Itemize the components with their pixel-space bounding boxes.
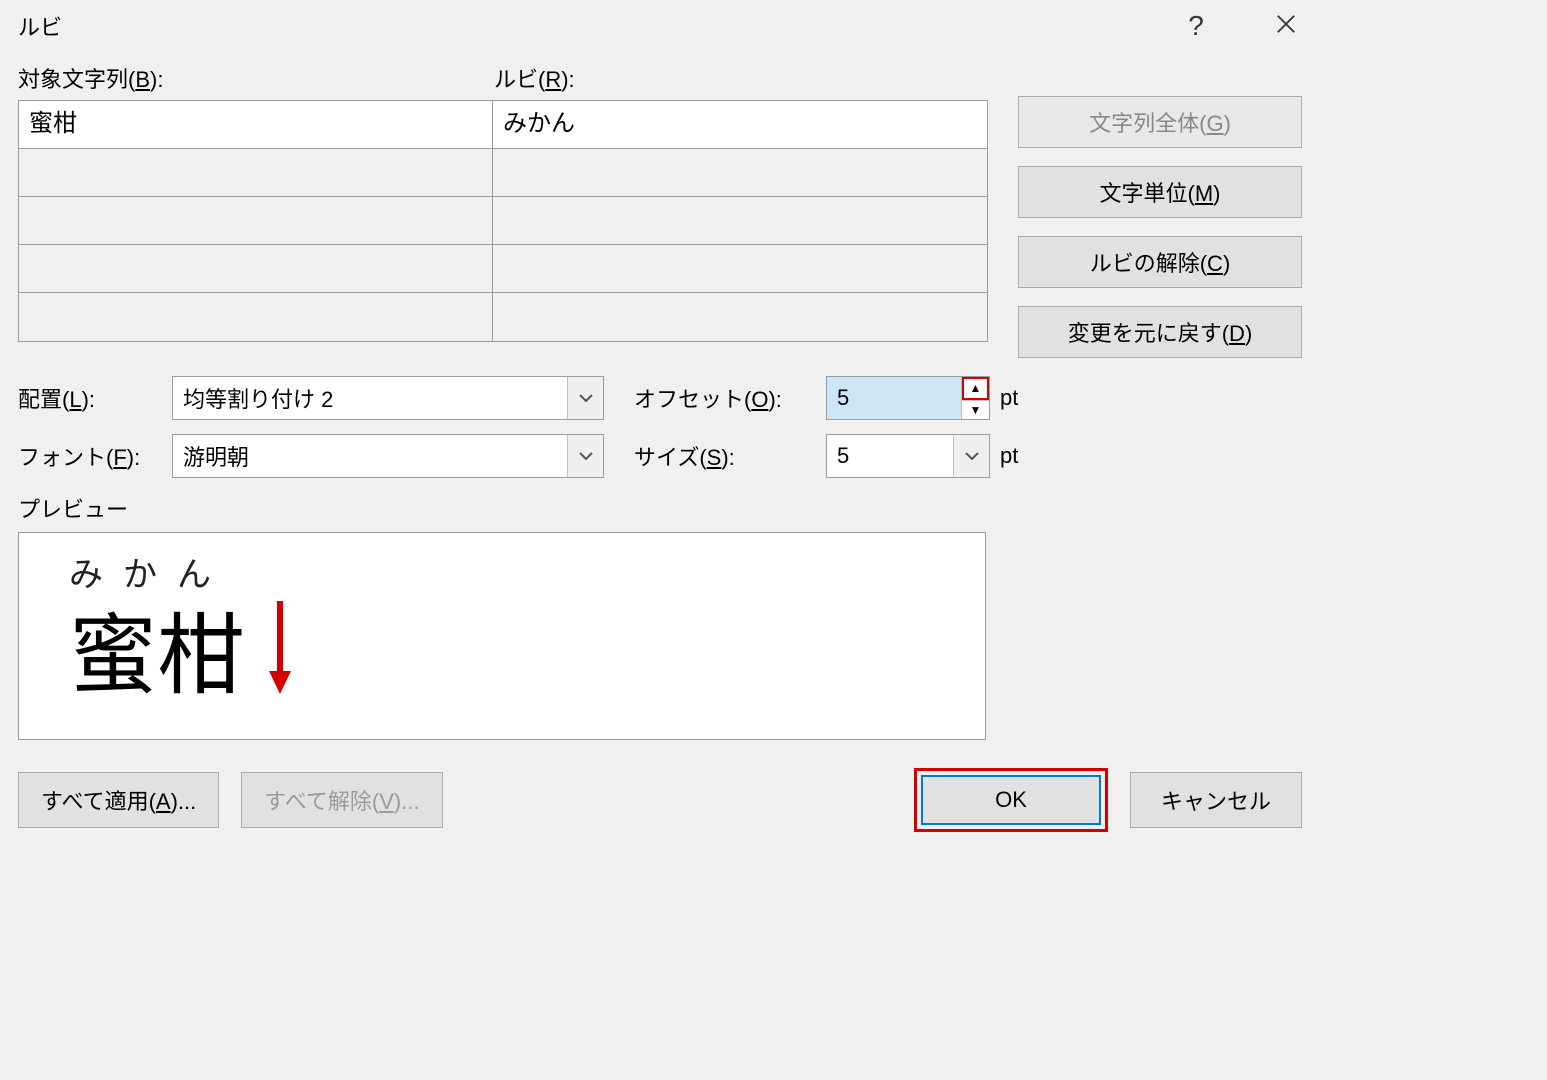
chevron-down-icon[interactable] [953, 435, 989, 477]
form-rows: 配置(L): 均等割り付け 2 オフセット(O): 5 ▲ ▼ pt フォント(… [18, 376, 1302, 478]
table-row [19, 197, 987, 245]
base-cell[interactable] [19, 149, 493, 197]
preview-ruby-text: みかん [69, 547, 935, 596]
offset-unit: pt [1000, 385, 1018, 411]
ruby-cell[interactable] [493, 293, 987, 341]
align-label: 配置(L): [18, 382, 172, 414]
size-unit: pt [1000, 443, 1018, 469]
table-row [19, 149, 987, 197]
ruby-cell[interactable]: みかん [493, 101, 987, 149]
top-area: 対象文字列(B): ルビ(R): 蜜柑 みかん [18, 62, 1302, 358]
help-icon[interactable]: ? [1176, 12, 1216, 40]
size-value: 5 [827, 443, 953, 469]
offset-label: オフセット(O): [634, 382, 826, 414]
font-value: 游明朝 [173, 440, 567, 472]
ruby-header: ルビ(R): [494, 62, 575, 94]
ruby-table-area: 対象文字列(B): ルビ(R): 蜜柑 みかん [18, 62, 988, 358]
font-combo[interactable]: 游明朝 [172, 434, 604, 478]
form-row-font-size: フォント(F): 游明朝 サイズ(S): 5 pt [18, 434, 1302, 478]
remove-ruby-button[interactable]: ルビの解除(C) [1018, 236, 1302, 288]
offset-value[interactable]: 5 [827, 377, 961, 419]
table-row [19, 245, 987, 293]
table-row: 蜜柑 みかん [19, 101, 987, 149]
char-unit-button[interactable]: 文字単位(M) [1018, 166, 1302, 218]
ruby-cell[interactable] [493, 149, 987, 197]
form-row-align-offset: 配置(L): 均等割り付け 2 オフセット(O): 5 ▲ ▼ pt [18, 376, 1302, 420]
preview-box: みかん 蜜柑 [18, 532, 986, 740]
ruby-dialog: ルビ ? 対象文字列(B): ルビ(R): 蜜柑 みかん [0, 0, 1320, 850]
chevron-down-icon[interactable] [567, 377, 603, 419]
size-label: サイズ(S): [634, 440, 826, 472]
bottom-row: すべて適用(A)... すべて解除(V)... OK キャンセル [18, 768, 1302, 832]
spinner-up-icon[interactable]: ▲ [962, 377, 989, 400]
remove-all-button[interactable]: すべて解除(V)... [241, 772, 442, 828]
dialog-content: 対象文字列(B): ルビ(R): 蜜柑 みかん [0, 52, 1320, 850]
chevron-down-icon[interactable] [567, 435, 603, 477]
table-headers: 対象文字列(B): ルビ(R): [18, 62, 988, 94]
offset-spinner[interactable]: 5 ▲ ▼ [826, 376, 990, 420]
ok-highlight: OK [914, 768, 1108, 832]
ruby-cell[interactable] [493, 197, 987, 245]
size-combo[interactable]: 5 [826, 434, 990, 478]
spinner-buttons: ▲ ▼ [961, 377, 989, 419]
base-cell[interactable]: 蜜柑 [19, 101, 493, 149]
whole-string-button[interactable]: 文字列全体(G) [1018, 96, 1302, 148]
base-header: 対象文字列(B): [18, 62, 494, 94]
cancel-button[interactable]: キャンセル [1130, 772, 1302, 828]
ok-button[interactable]: OK [921, 775, 1101, 825]
font-label: フォント(F): [18, 440, 172, 472]
preview-base-text: 蜜柑 [69, 596, 935, 718]
down-arrow-icon [265, 596, 295, 718]
ruby-table: 蜜柑 みかん [18, 100, 988, 342]
preview-base-value: 蜜柑 [69, 607, 245, 708]
titlebar: ルビ ? [0, 0, 1320, 52]
table-row [19, 293, 987, 341]
titlebar-controls: ? [1176, 12, 1306, 40]
base-cell[interactable] [19, 293, 493, 341]
align-combo[interactable]: 均等割り付け 2 [172, 376, 604, 420]
align-value: 均等割り付け 2 [173, 382, 567, 414]
spinner-down-icon[interactable]: ▼ [962, 400, 989, 420]
preview-label: プレビュー [18, 492, 1302, 524]
reset-changes-button[interactable]: 変更を元に戻す(D) [1018, 306, 1302, 358]
ruby-cell[interactable] [493, 245, 987, 293]
side-buttons: 文字列全体(G) 文字単位(M) ルビの解除(C) 変更を元に戻す(D) [1018, 62, 1302, 358]
apply-all-button[interactable]: すべて適用(A)... [18, 772, 219, 828]
close-icon[interactable] [1266, 12, 1306, 40]
dialog-title: ルビ [18, 10, 62, 42]
base-cell[interactable] [19, 245, 493, 293]
base-cell[interactable] [19, 197, 493, 245]
